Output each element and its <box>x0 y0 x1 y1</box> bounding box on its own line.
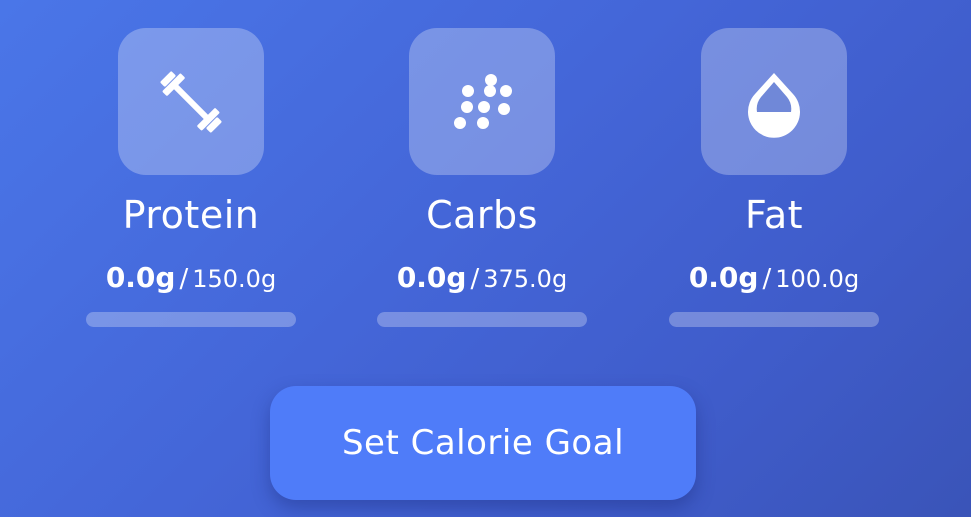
set-calorie-goal-button[interactable]: Set Calorie Goal <box>270 386 696 500</box>
macro-name: Protein <box>122 193 260 237</box>
macro-protein: Protein 0.0g/150.0g <box>86 28 296 328</box>
grain-dots-icon <box>454 73 512 129</box>
amount-separator: / <box>762 264 772 294</box>
protein-icon-tile <box>118 28 264 175</box>
macro-name: Carbs <box>426 193 538 237</box>
amount-separator: / <box>179 264 189 294</box>
macro-fat: Fat 0.0g/100.0g <box>669 28 879 328</box>
progress-bar <box>669 312 879 327</box>
amount-separator: / <box>470 264 480 294</box>
amount-current: 0.0g <box>396 261 467 294</box>
macro-amounts: 0.0g/150.0g <box>86 261 296 299</box>
progress-bar <box>377 312 587 327</box>
amount-current: 0.0g <box>688 261 759 294</box>
amount-goal: 100.0g <box>775 265 860 293</box>
amount-current: 0.0g <box>105 261 176 294</box>
macro-carbs: Carbs 0.0g/375.0g <box>377 28 587 328</box>
macro-amounts: 0.0g/100.0g <box>669 261 879 299</box>
dumbbell-icon <box>160 71 222 132</box>
progress-bar <box>86 312 296 327</box>
carbs-icon-tile <box>409 28 555 175</box>
macro-amounts: 0.0g/375.0g <box>377 261 587 299</box>
macro-summary: Protein 0.0g/150.0g Carbs 0.0g/375.0g Fa… <box>0 28 971 328</box>
macro-name: Fat <box>744 193 804 237</box>
fat-icon-tile <box>701 28 847 175</box>
amount-goal: 150.0g <box>192 265 277 293</box>
amount-goal: 375.0g <box>483 265 568 293</box>
water-drop-icon <box>748 72 800 138</box>
